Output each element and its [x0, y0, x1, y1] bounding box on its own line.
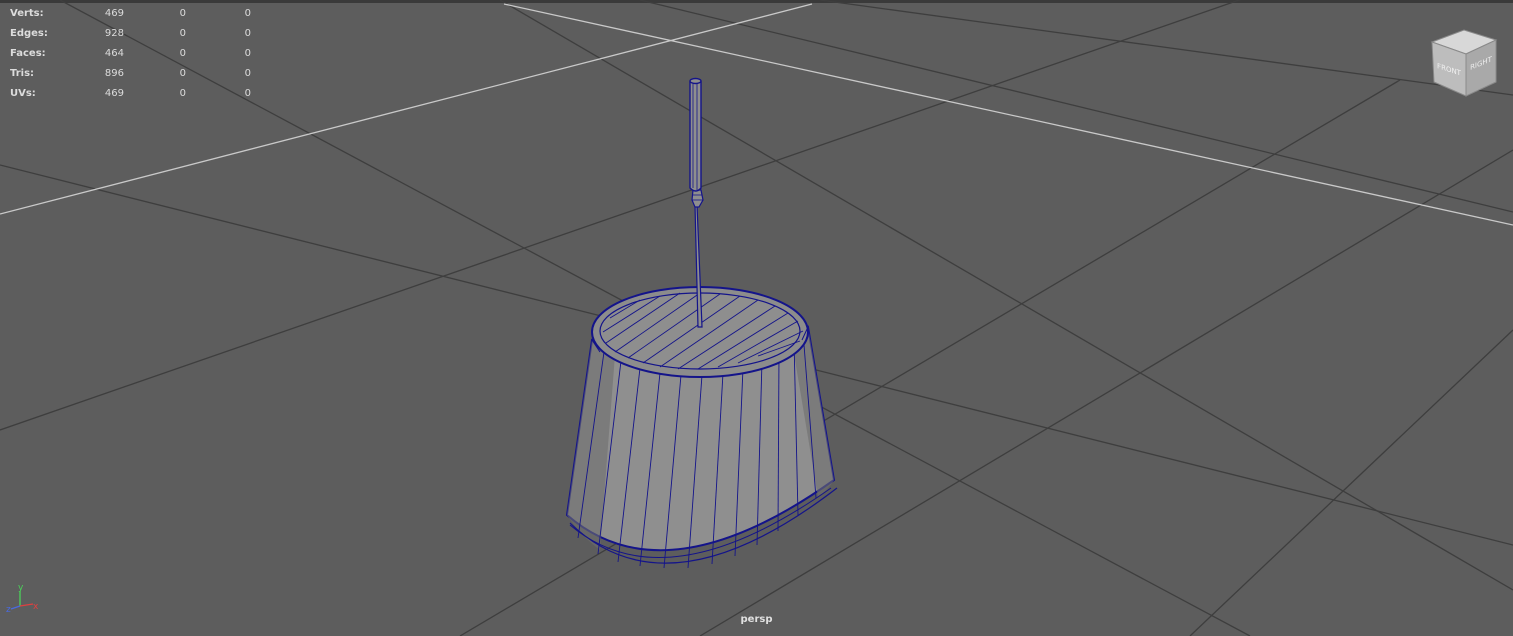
hud-value: 469 — [104, 8, 124, 19]
hud-value: 928 — [104, 28, 124, 39]
pin-collar — [691, 189, 704, 208]
camera-name-label: persp — [740, 614, 773, 625]
hud-value: 464 — [104, 48, 124, 59]
hud-value: 0 — [179, 8, 186, 19]
hud-value: 0 — [179, 68, 186, 79]
hud-row-faces: Faces: 464 0 0 — [10, 44, 251, 64]
hud-value: 0 — [179, 48, 186, 59]
hud-value: 896 — [104, 68, 124, 79]
hud-label: Edges: — [10, 28, 48, 39]
hud-value: 469 — [104, 88, 124, 99]
axis-gizmo: y x z — [6, 583, 39, 615]
hud-row-edges: Edges: 928 0 0 — [10, 24, 251, 44]
hud-label: Tris: — [10, 68, 35, 79]
pin-head — [689, 81, 702, 192]
hud-row-tris: Tris: 896 0 0 — [10, 64, 251, 84]
x-axis-line — [19, 603, 34, 607]
hud-value: 0 — [244, 88, 251, 99]
x-axis-label: x — [33, 602, 39, 612]
hud-label: Verts: — [10, 8, 44, 19]
hud-value: 0 — [244, 68, 251, 79]
hud-row-verts: Verts: 469 0 0 — [10, 4, 251, 24]
y-axis-label: y — [18, 583, 24, 593]
hud-label: UVs: — [10, 88, 36, 99]
knob-mesh[interactable] — [565, 286, 838, 569]
hud-value: 0 — [244, 48, 251, 59]
view-cube[interactable]: FRONT RIGHT — [1428, 28, 1500, 100]
hud-value: 0 — [179, 28, 186, 39]
poly-count-hud: Verts: 469 0 0 Edges: 928 0 0 Faces: 464… — [10, 4, 251, 104]
persp-viewport[interactable]: Verts: 469 0 0 Edges: 928 0 0 Faces: 464… — [0, 0, 1513, 636]
hud-label: Faces: — [10, 48, 46, 59]
hud-row-uvs: UVs: 469 0 0 — [10, 84, 251, 104]
z-axis-line — [10, 605, 21, 610]
hud-value: 0 — [244, 8, 251, 19]
hud-value: 0 — [244, 28, 251, 39]
hud-value: 0 — [179, 88, 186, 99]
